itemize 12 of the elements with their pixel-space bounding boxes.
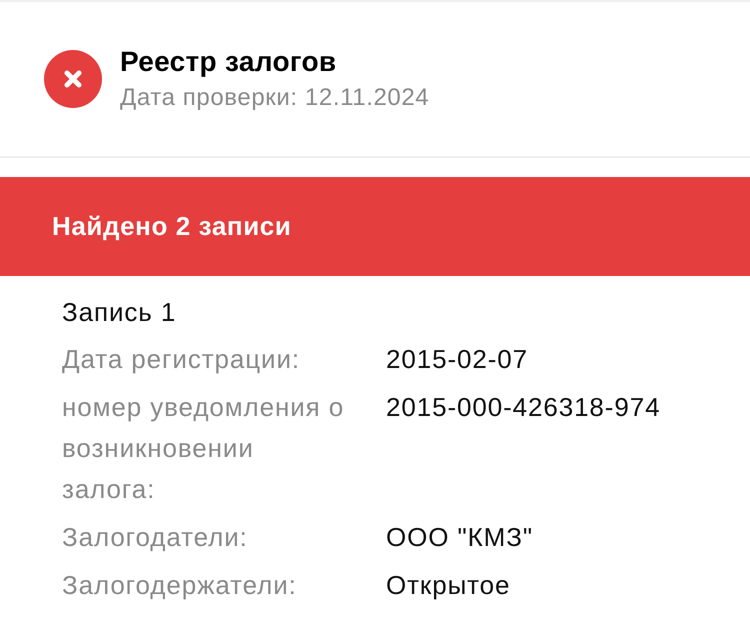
field-label: Дата регистрации: bbox=[62, 343, 302, 376]
check-date: Дата проверки: 12.11.2024 bbox=[120, 84, 430, 112]
field-value: Открытое bbox=[386, 569, 512, 602]
result-banner: Найдено 2 записи bbox=[0, 177, 750, 276]
field-value: 2015-000-426318-974 bbox=[386, 391, 662, 424]
field-label: Залогодержатели: bbox=[62, 569, 298, 602]
field-label: Залогодатели: bbox=[62, 521, 249, 554]
field-value: 2015-02-07 bbox=[386, 343, 529, 376]
field-label: номер уведомления о возникновении залога: bbox=[62, 391, 346, 506]
record-title: Запись 1 bbox=[62, 296, 178, 329]
field-value: ООО "КМЗ" bbox=[386, 521, 534, 554]
section-title: Реестр залогов bbox=[120, 46, 338, 78]
